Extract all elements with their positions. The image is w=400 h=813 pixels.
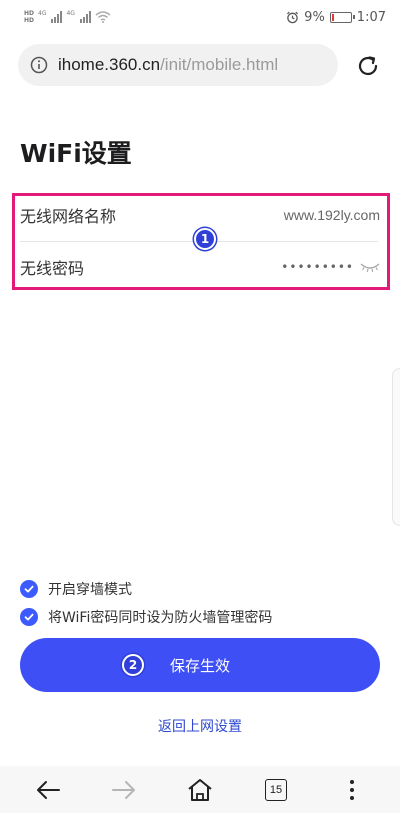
- marker-badge-1: 1: [194, 228, 216, 250]
- back-arrow-icon: [37, 780, 60, 799]
- option-firewall-password[interactable]: 将WiFi密码同时设为防火墙管理密码: [20, 607, 272, 627]
- network-tag-1: 4G: [38, 10, 47, 17]
- option-label: 将WiFi密码同时设为防火墙管理密码: [48, 610, 273, 626]
- network-tag-2: 4G: [66, 10, 75, 17]
- forward-button[interactable]: [100, 770, 148, 810]
- save-button[interactable]: 保存生效: [20, 638, 380, 692]
- status-right: 9% 1:07: [286, 10, 386, 25]
- menu-button[interactable]: [328, 770, 376, 810]
- back-to-internet-settings-link[interactable]: 返回上网设置: [0, 716, 400, 736]
- ssid-value[interactable]: www.192ly.com: [284, 207, 380, 223]
- url-text[interactable]: ihome.360.cn/init/mobile.html: [58, 55, 278, 75]
- alarm-icon: [287, 11, 299, 23]
- password-label: 无线密码: [20, 259, 85, 278]
- ssid-label: 无线网络名称: [20, 207, 117, 226]
- back-button[interactable]: [24, 770, 72, 810]
- signal-strength-icon-2: [79, 11, 91, 23]
- wifi-icon: [95, 11, 111, 23]
- hd-icon: HD HD: [24, 10, 35, 24]
- reload-button[interactable]: [350, 48, 386, 84]
- password-row[interactable]: 无线密码 •••••••••: [20, 245, 380, 289]
- eye-closed-icon[interactable]: [360, 261, 380, 273]
- signal-group: HD HD 4G 4G: [24, 10, 111, 24]
- address-bar[interactable]: ihome.360.cn/init/mobile.html: [18, 44, 338, 86]
- url-host: ihome.360.cn: [58, 55, 161, 74]
- battery-fill: [331, 13, 334, 21]
- signal-strength-icon: [51, 11, 63, 23]
- clock: 1:07: [356, 9, 386, 25]
- browser-bottom-nav: 15: [0, 766, 400, 813]
- checkbox-checked-icon[interactable]: [20, 608, 38, 626]
- browser-page: HD HD 4G 4G 9% 1:07 ihome.360.cn/init/mo…: [0, 0, 400, 813]
- checkbox-checked-icon[interactable]: [20, 580, 38, 598]
- status-bar: HD HD 4G 4G 9% 1:07: [0, 0, 400, 34]
- home-button[interactable]: [176, 770, 224, 810]
- marker-badge-2: 2: [122, 654, 144, 676]
- reload-icon: [358, 56, 378, 76]
- more-vertical-icon: [350, 779, 354, 800]
- url-path: /init/mobile.html: [160, 55, 279, 74]
- password-masked-value[interactable]: •••••••••: [281, 260, 354, 274]
- side-drawer-handle[interactable]: [392, 368, 400, 526]
- save-button-label: 保存生效: [169, 656, 230, 675]
- tabs-icon: 15: [265, 778, 287, 801]
- battery-icon: [329, 11, 355, 23]
- info-icon[interactable]: [30, 56, 48, 74]
- option-wall-mode[interactable]: 开启穿墙模式: [20, 579, 132, 599]
- option-label: 开启穿墙模式: [48, 582, 132, 598]
- home-icon: [188, 778, 212, 801]
- battery-percent: 9%: [304, 9, 325, 25]
- page-title: WiFi设置: [20, 139, 132, 168]
- forward-arrow-icon: [112, 780, 135, 799]
- password-field[interactable]: •••••••••: [281, 260, 380, 274]
- tabs-count: 15: [269, 783, 283, 796]
- tabs-button[interactable]: 15: [252, 770, 300, 810]
